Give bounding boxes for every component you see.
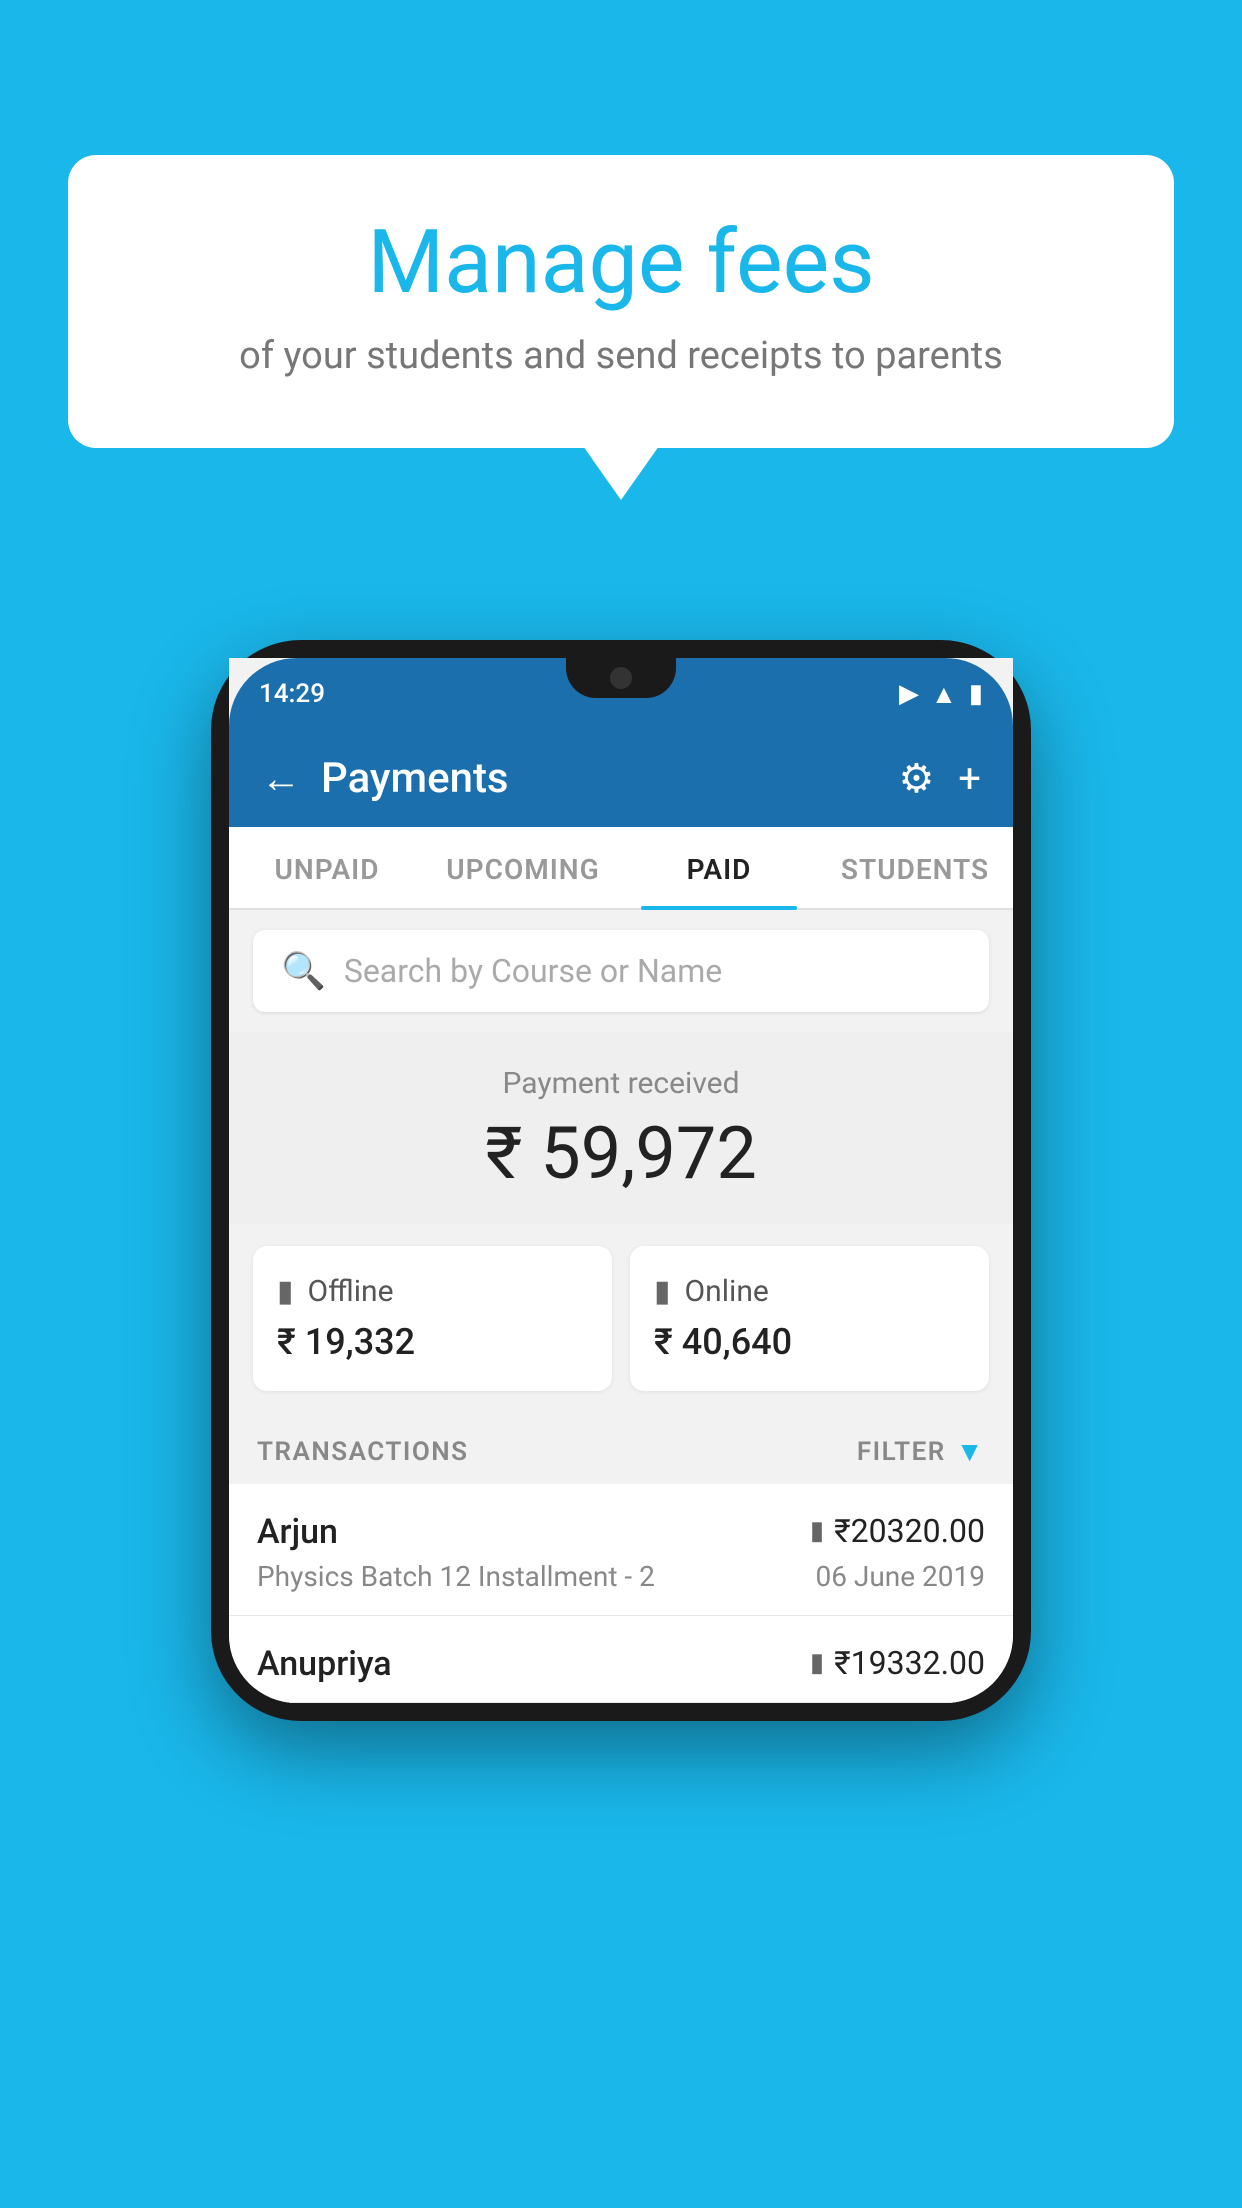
battery-icon: ▮ bbox=[969, 679, 983, 709]
bubble-subtitle: of your students and send receipts to pa… bbox=[118, 334, 1124, 378]
page-title: Payments bbox=[321, 754, 509, 803]
tab-upcoming[interactable]: UPCOMING bbox=[425, 827, 621, 908]
online-payment-card: ▮ Online ₹ 40,640 bbox=[630, 1246, 989, 1391]
transaction-name: Arjun bbox=[257, 1512, 338, 1552]
status-time: 14:29 bbox=[259, 679, 325, 709]
phone-screen: 14:29 ▶ ▲ ▮ ← Payments ⚙ + bbox=[229, 658, 1013, 1703]
offline-label: Offline bbox=[308, 1274, 394, 1309]
bubble-title: Manage fees bbox=[118, 215, 1124, 312]
search-bar[interactable]: 🔍 Search by Course or Name bbox=[253, 930, 989, 1012]
transaction-amount-wrap: ▮ ₹19332.00 bbox=[810, 1644, 985, 1682]
online-label: Online bbox=[685, 1274, 769, 1309]
payment-total-amount: ₹ 59,972 bbox=[253, 1111, 989, 1196]
tab-unpaid[interactable]: UNPAID bbox=[229, 827, 425, 908]
transaction-row[interactable]: Arjun ▮ ₹20320.00 Physics Batch 12 Insta… bbox=[229, 1484, 1013, 1616]
wifi-icon: ▶ bbox=[899, 679, 919, 709]
phone-frame-wrapper: 14:29 ▶ ▲ ▮ ← Payments ⚙ + bbox=[211, 640, 1031, 1721]
tab-students[interactable]: STUDENTS bbox=[817, 827, 1013, 908]
transactions-header: TRANSACTIONS FILTER ▼ bbox=[229, 1413, 1013, 1484]
transaction-name: Anupriya bbox=[257, 1644, 392, 1684]
search-placeholder-text: Search by Course or Name bbox=[344, 952, 722, 990]
offline-card-header: ▮ Offline bbox=[277, 1274, 588, 1309]
online-icon: ▮ bbox=[654, 1274, 671, 1309]
offline-amount: ₹ 19,332 bbox=[277, 1321, 588, 1363]
filter-icon: ▼ bbox=[956, 1435, 985, 1468]
online-amount: ₹ 40,640 bbox=[654, 1321, 965, 1363]
app-header: ← Payments ⚙ + bbox=[229, 730, 1013, 827]
tab-paid[interactable]: PAID bbox=[621, 827, 817, 908]
transactions-label: TRANSACTIONS bbox=[257, 1437, 469, 1467]
offline-icon: ▮ bbox=[277, 1274, 294, 1309]
transaction-amount-wrap: ▮ ₹20320.00 bbox=[810, 1512, 985, 1550]
status-bar: 14:29 ▶ ▲ ▮ bbox=[229, 658, 1013, 730]
transaction-top: Arjun ▮ ₹20320.00 bbox=[257, 1512, 985, 1552]
filter-button[interactable]: FILTER ▼ bbox=[857, 1435, 985, 1468]
plus-icon[interactable]: + bbox=[958, 755, 981, 802]
offline-payment-card: ▮ Offline ₹ 19,332 bbox=[253, 1246, 612, 1391]
header-left: ← Payments bbox=[261, 754, 509, 803]
phone-notch bbox=[566, 658, 676, 698]
tabs-bar: UNPAID UPCOMING PAID STUDENTS bbox=[229, 827, 1013, 910]
front-camera bbox=[610, 667, 632, 689]
payment-cards-row: ▮ Offline ₹ 19,332 ▮ Online ₹ 40,640 bbox=[253, 1246, 989, 1391]
filter-label: FILTER bbox=[857, 1437, 946, 1467]
back-button[interactable]: ← bbox=[261, 755, 301, 802]
header-right: ⚙ + bbox=[898, 755, 981, 802]
gear-icon[interactable]: ⚙ bbox=[898, 755, 934, 802]
online-card-header: ▮ Online bbox=[654, 1274, 965, 1309]
transaction-date: 06 June 2019 bbox=[815, 1560, 985, 1593]
transaction-top: Anupriya ▮ ₹19332.00 bbox=[257, 1644, 985, 1684]
payment-received-label: Payment received bbox=[253, 1066, 989, 1101]
speech-bubble: Manage fees of your students and send re… bbox=[68, 155, 1174, 448]
transaction-row[interactable]: Anupriya ▮ ₹19332.00 bbox=[229, 1616, 1013, 1703]
payment-card-icon: ▮ bbox=[810, 1516, 824, 1546]
signal-icon: ▲ bbox=[931, 679, 957, 710]
payment-summary-section: Payment received ₹ 59,972 bbox=[229, 1032, 1013, 1224]
transaction-amount: ₹19332.00 bbox=[834, 1644, 985, 1682]
phone-frame: 14:29 ▶ ▲ ▮ ← Payments ⚙ + bbox=[211, 640, 1031, 1721]
search-icon: 🔍 bbox=[281, 950, 326, 992]
payment-offline-icon: ▮ bbox=[810, 1648, 824, 1678]
transaction-bottom: Physics Batch 12 Installment - 2 06 June… bbox=[257, 1560, 985, 1593]
transaction-amount: ₹20320.00 bbox=[834, 1512, 985, 1550]
transaction-course: Physics Batch 12 Installment - 2 bbox=[257, 1560, 655, 1593]
status-icons: ▶ ▲ ▮ bbox=[899, 679, 983, 710]
